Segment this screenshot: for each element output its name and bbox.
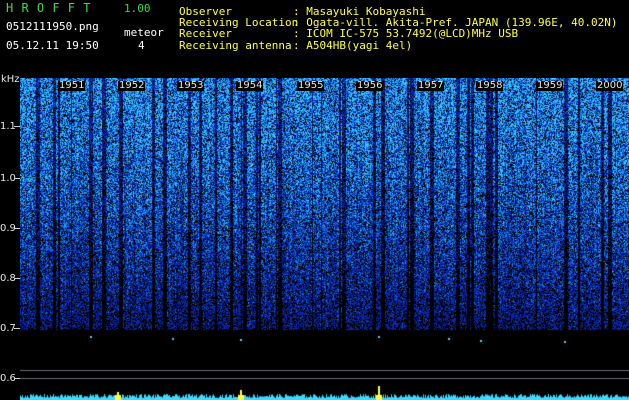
- x-tick-label: 1957: [417, 80, 445, 91]
- info-label-antenna: Receiving antenna: [179, 39, 292, 52]
- y-tick-mark: [14, 378, 20, 379]
- app-version: 1.00: [124, 2, 151, 15]
- y-tick-mark: [14, 228, 20, 229]
- y-tick-mark: [14, 328, 20, 329]
- datetime: 05.12.11 19:50: [6, 39, 99, 52]
- x-tick-label: 1959: [536, 80, 564, 91]
- meteor-count: 4: [138, 39, 145, 52]
- filename: 0512111950.png: [6, 20, 99, 33]
- meteor-label: meteor: [124, 26, 164, 39]
- x-tick-label: 1958: [476, 80, 504, 91]
- y-tick-mark: [14, 126, 20, 127]
- info-value-antenna: : A504HB(yagi 4el): [293, 39, 413, 52]
- x-tick-label: 1954: [236, 80, 264, 91]
- x-tick-label: 1953: [177, 80, 205, 91]
- x-tick-label: 1952: [118, 80, 146, 91]
- spectrogram-canvas: [20, 78, 629, 400]
- x-tick-label: 1955: [297, 80, 325, 91]
- app-name: H R O F F T: [6, 1, 91, 15]
- y-tick-mark: [14, 178, 20, 179]
- x-tick-label: 2000: [596, 80, 624, 91]
- y-tick-mark: [14, 278, 20, 279]
- x-tick-label: 1951: [58, 80, 86, 91]
- y-axis-unit: kHz: [1, 74, 20, 85]
- x-tick-label: 1956: [356, 80, 384, 91]
